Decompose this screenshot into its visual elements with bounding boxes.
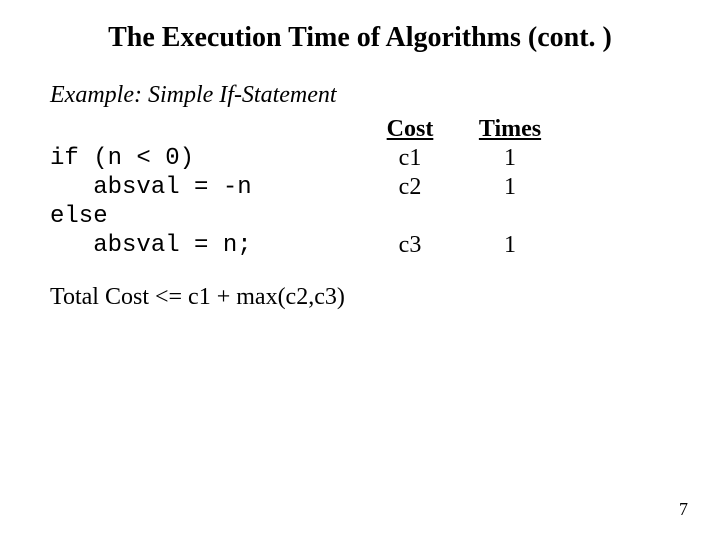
table-row: absval = -n c2 1: [50, 173, 560, 202]
code-cell: if (n < 0): [50, 144, 360, 173]
times-cell: 1: [460, 144, 560, 173]
cost-cell: c3: [360, 231, 460, 260]
example-heading: Example: Simple If-Statement: [50, 82, 670, 109]
table-row: else: [50, 202, 560, 231]
cost-cell: c1: [360, 144, 460, 173]
cost-table: Cost Times if (n < 0) c1 1 absval = -n c…: [50, 115, 560, 260]
times-cell: [460, 202, 560, 231]
cost-cell: [360, 202, 460, 231]
table-header-row: Cost Times: [50, 115, 560, 144]
table-row: if (n < 0) c1 1: [50, 144, 560, 173]
code-cell: absval = -n: [50, 173, 360, 202]
total-cost: Total Cost <= c1 + max(c2,c3): [50, 284, 670, 311]
slide: The Execution Time of Algorithms (cont. …: [0, 0, 720, 311]
code-cell: else: [50, 202, 360, 231]
cost-header: Cost: [360, 115, 460, 144]
slide-title: The Execution Time of Algorithms (cont. …: [50, 22, 670, 54]
table-row: absval = n; c3 1: [50, 231, 560, 260]
page-number: 7: [679, 499, 688, 520]
times-header: Times: [460, 115, 560, 144]
code-cell: absval = n;: [50, 231, 360, 260]
times-cell: 1: [460, 231, 560, 260]
times-cell: 1: [460, 173, 560, 202]
cost-cell: c2: [360, 173, 460, 202]
